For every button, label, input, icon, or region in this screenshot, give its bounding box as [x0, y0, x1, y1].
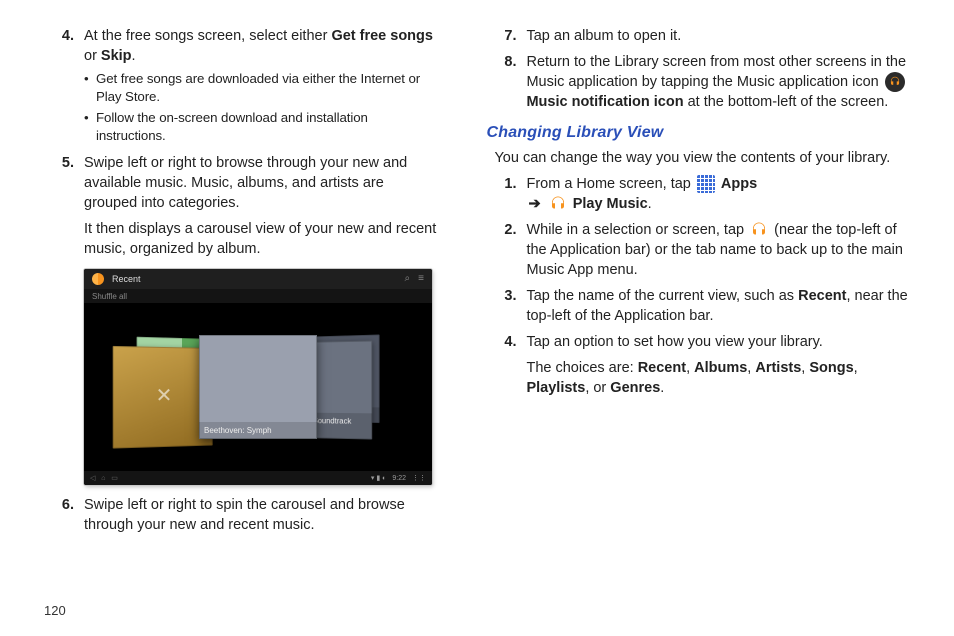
left-column: 4. At the free songs screen, select eith… — [44, 26, 440, 541]
clock: 9:22 — [392, 474, 406, 484]
step-number: 5. — [44, 153, 84, 259]
step-number: 4. — [486, 332, 526, 398]
text: Tap the name of the current view, such a… — [526, 288, 798, 304]
right-column: 7. Tap an album to open it. 8. Return to… — [486, 26, 916, 541]
bold: Skip — [101, 48, 132, 64]
arrow-icon: ➔ — [526, 196, 542, 212]
step-5: 5. Swipe left or right to browse through… — [44, 153, 440, 259]
text: . — [132, 48, 136, 64]
search-icon: ⌕ — [405, 272, 411, 286]
text: Tap an option to set how you view your l… — [526, 332, 916, 352]
topbar-label: Recent — [112, 273, 141, 285]
headphones-icon — [92, 273, 104, 285]
step-number: 4. — [44, 26, 84, 147]
shuffle-label: Shuffle all — [92, 291, 127, 302]
bullet: Follow the on-screen download and instal… — [96, 109, 440, 146]
step-7: 7. Tap an album to open it. — [486, 26, 916, 46]
text: Tap an album to open it. — [526, 26, 916, 46]
step-number: 2. — [486, 220, 526, 280]
clv-step-1: 1. From a Home screen, tap Apps ➔ Play M… — [486, 174, 916, 214]
bold: Apps — [721, 176, 757, 192]
clv-step-2: 2. While in a selection or screen, tap (… — [486, 220, 916, 280]
bold: Recent — [798, 288, 846, 304]
section-heading: Changing Library View — [486, 122, 916, 144]
bold: Music notification icon — [526, 94, 683, 110]
text: While in a selection or screen, tap — [526, 222, 748, 238]
clv-step-3: 3. Tap the name of the current view, suc… — [486, 286, 916, 326]
step-6: 6. Swipe left or right to spin the carou… — [44, 495, 440, 535]
text: at the bottom-left of the screen. — [688, 94, 889, 110]
text: or — [84, 48, 101, 64]
step-8: 8. Return to the Library screen from mos… — [486, 52, 916, 112]
album-tile-front: Beethoven: Symph — [199, 335, 317, 439]
play-music-icon — [549, 195, 567, 213]
page-number: 120 — [44, 602, 66, 620]
album-tile: ✕ — [113, 346, 213, 449]
step-4: 4. At the free songs screen, select eith… — [44, 26, 440, 147]
step-number: 7. — [486, 26, 526, 46]
text: Swipe left or right to browse through yo… — [84, 155, 407, 211]
bullet: Get free songs are downloaded via either… — [96, 70, 440, 107]
status-icons: ▾ ▮ ◐ — [371, 474, 386, 484]
step-number: 6. — [44, 495, 84, 535]
bold: Get free songs — [331, 28, 433, 44]
text: Return to the Library screen from most o… — [526, 54, 906, 90]
text: Swipe left or right to spin the carousel… — [84, 495, 440, 535]
text: It then displays a carousel view of your… — [84, 219, 440, 259]
menu-icon: ≡ — [418, 272, 424, 286]
step-number: 8. — [486, 52, 526, 112]
music-app-screenshot: Recent ⌕ ≡ Shuffle all ✕ Swingers Soundt… — [84, 269, 432, 485]
step-number: 1. — [486, 174, 526, 214]
apps-icon — [697, 175, 715, 193]
clv-step-4: 4. Tap an option to set how you view you… — [486, 332, 916, 398]
play-music-icon — [750, 221, 768, 239]
section-intro: You can change the way you view the cont… — [494, 148, 916, 168]
text: From a Home screen, tap — [526, 176, 694, 192]
step-number: 3. — [486, 286, 526, 326]
bold: Play Music — [573, 196, 648, 212]
text: The choices are: — [526, 360, 637, 376]
music-notification-icon — [885, 72, 905, 92]
text: At the free songs screen, select either — [84, 28, 331, 44]
